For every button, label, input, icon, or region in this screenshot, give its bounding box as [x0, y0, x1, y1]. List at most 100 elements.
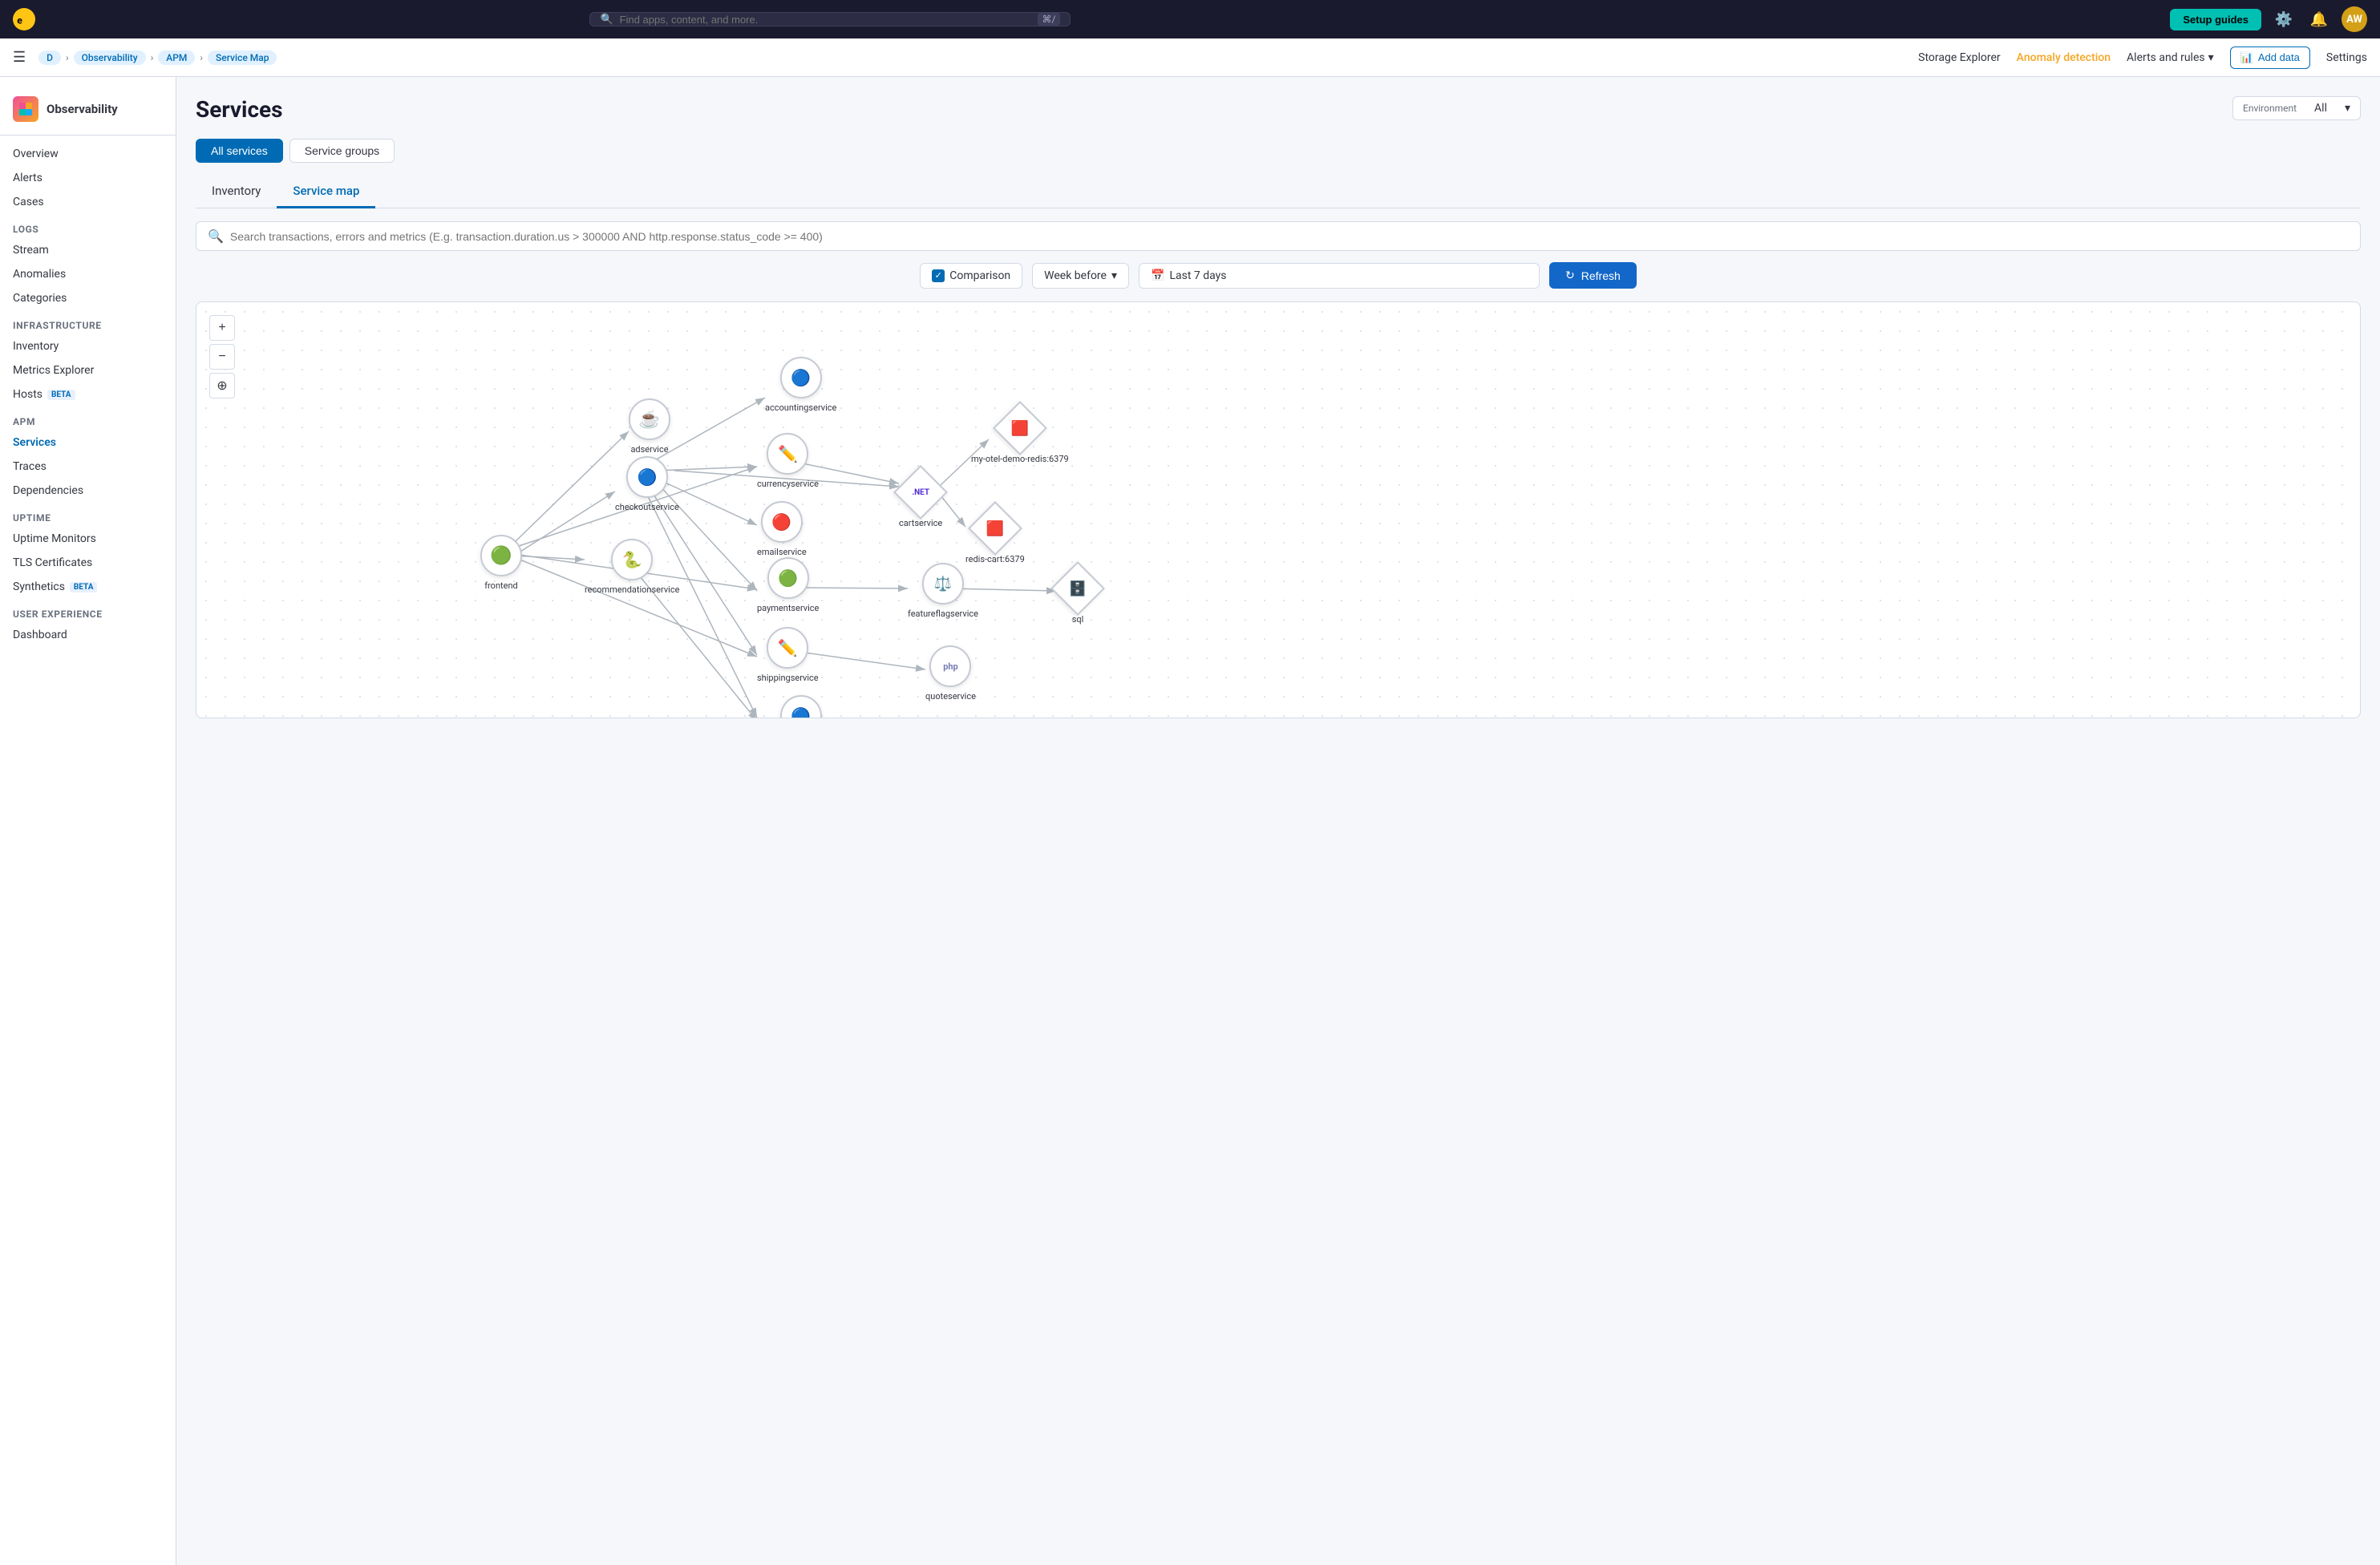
node-productcatalogservice[interactable]: 🔵 productcatalogservice: [757, 695, 844, 718]
breadcrumb-observability[interactable]: Observability: [74, 51, 146, 65]
zoom-in-button[interactable]: +: [209, 315, 235, 341]
notifications-icon-btn[interactable]: 🔔: [2306, 6, 2332, 32]
refresh-button[interactable]: ↻ Refresh: [1549, 262, 1637, 289]
elastic-logo-icon: e: [13, 8, 35, 30]
sidebar-item-tls-certificates[interactable]: TLS Certificates: [0, 551, 176, 575]
node-featureflagservice[interactable]: ⚖️ featureflagservice: [908, 563, 978, 619]
node-circle-shippingservice: ✏️: [767, 627, 808, 669]
sidebar-item-dependencies[interactable]: Dependencies: [0, 479, 176, 503]
sidebar-item-dashboard[interactable]: Dashboard: [0, 623, 176, 647]
sidebar-app-icon: [13, 96, 38, 122]
settings-icon-btn[interactable]: ⚙️: [2271, 6, 2297, 32]
tab-all-services[interactable]: All services: [196, 139, 283, 163]
map-canvas[interactable]: 🟢 frontend ☕ adservice 🔵 checkout: [196, 302, 2360, 718]
node-circle-frontend: 🟢: [480, 535, 522, 576]
alerts-dropdown-icon: ▾: [2208, 51, 2214, 64]
reset-view-button[interactable]: ⊕: [209, 373, 235, 398]
zoom-out-button[interactable]: −: [209, 344, 235, 370]
node-circle-emailservice: 🔴: [761, 501, 803, 543]
node-label-emailservice: emailservice: [757, 547, 807, 557]
node-accountingservice[interactable]: 🔵 accountingservice: [765, 357, 836, 413]
sidebar-item-synthetics[interactable]: Synthetics BETA: [0, 575, 176, 599]
sidebar-item-uptime-monitors[interactable]: Uptime Monitors: [0, 527, 176, 551]
week-before-selector[interactable]: Week before ▾: [1032, 263, 1129, 289]
node-circle-adservice: ☕: [629, 398, 670, 440]
sidebar-app-title: Observability: [47, 102, 118, 116]
sidebar: Observability Overview Alerts Cases Logs…: [0, 77, 176, 1565]
setup-guides-button[interactable]: Setup guides: [2170, 9, 2261, 30]
sidebar-item-stream[interactable]: Stream: [0, 238, 176, 262]
layout: Observability Overview Alerts Cases Logs…: [0, 77, 2380, 1565]
node-label-featureflagservice: featureflagservice: [908, 609, 978, 619]
date-range-selector[interactable]: 📅 Last 7 days: [1139, 263, 1540, 289]
breadcrumb-service-map[interactable]: Service Map: [208, 51, 277, 65]
breadcrumb-sep-2: ›: [151, 52, 154, 63]
breadcrumb-apm[interactable]: APM: [158, 51, 195, 65]
topbar-search-bar[interactable]: 🔍 ⌘/: [589, 12, 1071, 26]
node-frontend[interactable]: 🟢 frontend: [480, 535, 522, 591]
node-sql[interactable]: 🗄️ sql: [1056, 567, 1099, 625]
breadcrumb-d[interactable]: D: [38, 51, 61, 65]
node-recommendationservice[interactable]: 🐍 recommendationservice: [585, 539, 679, 595]
search-bar-input[interactable]: [230, 230, 2349, 243]
node-checkoutservice[interactable]: 🔵 checkoutservice: [615, 456, 679, 512]
breadcrumb-sep-1: ›: [66, 52, 69, 63]
breadcrumb: D › Observability › APM › Service Map: [38, 51, 277, 65]
search-shortcut: ⌘/: [1038, 13, 1061, 26]
comparison-label: Comparison: [949, 269, 1010, 282]
sidebar-logo-area: Observability: [0, 90, 176, 135]
sidebar-item-categories[interactable]: Categories: [0, 286, 176, 310]
node-circle-productcatalogservice: 🔵: [780, 695, 822, 718]
storage-explorer-link[interactable]: Storage Explorer: [1918, 51, 2001, 64]
search-bar-icon: 🔍: [208, 228, 224, 244]
node-redis-cart[interactable]: 🟥 redis-cart:6379: [965, 507, 1025, 564]
avatar[interactable]: AW: [2342, 6, 2367, 32]
week-before-chevron-icon: ▾: [1111, 269, 1117, 282]
sidebar-item-overview[interactable]: Overview: [0, 142, 176, 166]
map-svg: [196, 302, 2360, 718]
sidebar-section-logs: Logs: [0, 214, 176, 238]
sidebar-item-cases[interactable]: Cases: [0, 190, 176, 214]
add-data-icon: 📊: [2240, 51, 2253, 64]
sidebar-section-apm: APM: [0, 406, 176, 431]
synthetics-beta-badge: BETA: [70, 582, 98, 592]
tab-service-map[interactable]: Service map: [277, 176, 375, 208]
sidebar-item-traces[interactable]: Traces: [0, 455, 176, 479]
node-adservice[interactable]: ☕ adservice: [629, 398, 670, 455]
comparison-toggle[interactable]: ✓ Comparison: [920, 263, 1022, 289]
sidebar-item-metrics-explorer[interactable]: Metrics Explorer: [0, 358, 176, 382]
environment-selector[interactable]: Environment All ▾: [2232, 96, 2361, 120]
topbar-search-input[interactable]: [620, 14, 1031, 26]
node-emailservice[interactable]: 🔴 emailservice: [757, 501, 807, 557]
anomaly-detection-link[interactable]: Anomaly detection: [2017, 51, 2111, 64]
sidebar-item-hosts[interactable]: Hosts BETA: [0, 382, 176, 406]
tab-inventory[interactable]: Inventory: [196, 176, 277, 208]
search-bar[interactable]: 🔍: [196, 221, 2361, 251]
node-shippingservice[interactable]: ✏️ shippingservice: [757, 627, 819, 683]
add-data-label: Add data: [2258, 51, 2300, 63]
node-label-paymentservice: paymentservice: [757, 603, 819, 613]
comparison-checkbox[interactable]: ✓: [932, 269, 945, 282]
week-before-label: Week before: [1044, 269, 1107, 282]
sidebar-item-alerts[interactable]: Alerts: [0, 166, 176, 190]
sidebar-item-inventory[interactable]: Inventory: [0, 334, 176, 358]
settings-link[interactable]: Settings: [2326, 51, 2367, 64]
node-my-otel-demo-redis[interactable]: 🟥 my-otel-demo-redis:6379: [971, 406, 1069, 464]
sidebar-item-services[interactable]: Services: [0, 431, 176, 455]
node-currencyservice[interactable]: ✏️ currencyservice: [757, 433, 819, 489]
sidebar-section-uptime: Uptime: [0, 503, 176, 527]
hamburger-button[interactable]: ☰: [13, 49, 26, 66]
alerts-rules-link[interactable]: Alerts and rules ▾: [2127, 51, 2214, 64]
refresh-icon: ↻: [1565, 269, 1575, 282]
node-label-shippingservice: shippingservice: [757, 673, 819, 683]
add-data-button[interactable]: 📊 Add data: [2230, 47, 2310, 69]
node-paymentservice[interactable]: 🟢 paymentservice: [757, 557, 819, 613]
node-cartservice[interactable]: .NET cartservice: [899, 471, 942, 528]
node-quoteservice[interactable]: php quoteservice: [925, 645, 976, 702]
search-icon: 🔍: [600, 14, 613, 26]
date-range-value: Last 7 days: [1169, 269, 1226, 282]
tab-service-groups[interactable]: Service groups: [289, 139, 395, 163]
node-label-cartservice: cartservice: [899, 518, 942, 528]
sidebar-item-anomalies[interactable]: Anomalies: [0, 262, 176, 286]
node-circle-quoteservice: php: [929, 645, 971, 687]
